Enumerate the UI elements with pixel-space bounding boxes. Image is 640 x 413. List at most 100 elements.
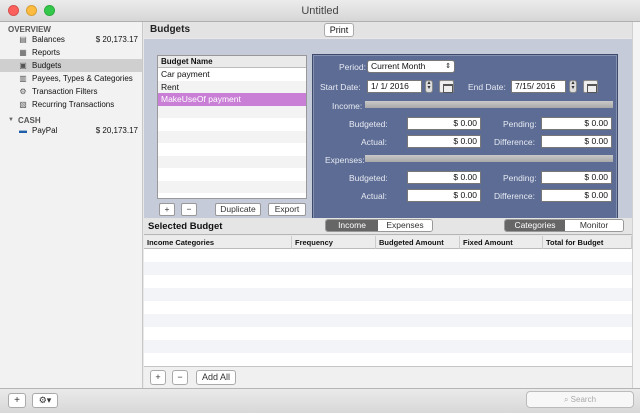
sidebar-item-label: Reports xyxy=(32,48,61,57)
table-row xyxy=(144,262,632,275)
budget-panel: Budget Name Car payment Rent MakeUseOf p… xyxy=(144,39,632,235)
sidebar-item-label: Recurring Transactions xyxy=(32,100,115,109)
title-bar: Untitled xyxy=(0,0,640,22)
start-date-stepper[interactable]: ▴ ▾ xyxy=(425,80,433,93)
budget-list-header[interactable]: Budget Name xyxy=(158,56,306,68)
expenses-progress-bar xyxy=(365,155,613,162)
income-pending-label: Pending: xyxy=(503,119,537,129)
sidebar-item-recurring[interactable]: ▧ Recurring Transactions xyxy=(0,98,142,111)
table-row xyxy=(144,327,632,340)
income-budgeted-field[interactable]: $ 0.00 xyxy=(407,117,481,130)
income-tab[interactable]: Income xyxy=(326,220,378,231)
income-pending-field[interactable]: $ 0.00 xyxy=(541,117,612,130)
window-title: Untitled xyxy=(301,5,339,17)
end-date-stepper[interactable]: ▴ ▾ xyxy=(569,80,577,93)
expenses-difference-label: Difference: xyxy=(494,191,535,201)
budget-categories-table[interactable]: Income Categories Frequency Budgeted Amo… xyxy=(144,236,632,366)
cash-header[interactable]: ▼ CASH xyxy=(0,113,142,125)
sidebar-item-label: Budgets xyxy=(32,61,62,70)
add-account-button[interactable]: + xyxy=(8,393,26,408)
sidebar-item-transaction-filters[interactable]: ⚙ Transaction Filters xyxy=(0,85,142,98)
search-icon: ⌕ xyxy=(563,395,571,404)
end-date-field[interactable]: 7/15/ 2016 xyxy=(511,80,566,93)
search-placeholder: Search xyxy=(570,395,597,404)
income-actual-field[interactable]: $ 0.00 xyxy=(407,135,481,148)
gear-icon: ⚙▾ xyxy=(38,395,52,405)
minimize-window-button[interactable] xyxy=(26,5,37,16)
income-difference-label: Difference: xyxy=(494,137,535,147)
sidebar-item-balances[interactable]: ▤ Balances $ 20,173.17 xyxy=(0,33,142,46)
duplicate-button[interactable]: Duplicate xyxy=(215,203,261,216)
income-expenses-toggle[interactable]: Income Expenses xyxy=(325,219,433,232)
period-value: Current Month xyxy=(371,61,426,71)
expenses-actual-field[interactable]: $ 0.00 xyxy=(407,189,481,202)
filter-icon: ⚙ xyxy=(19,87,27,96)
income-budgeted-label: Budgeted: xyxy=(349,119,388,129)
budget-row[interactable]: Rent xyxy=(158,80,306,93)
column-header[interactable]: Budgeted Amount xyxy=(376,236,460,249)
account-amount: $ 20,173.17 xyxy=(95,126,138,135)
column-header[interactable]: Income Categories xyxy=(144,236,292,249)
start-date-field[interactable]: 1/ 1/ 2016 xyxy=(367,80,422,93)
paypal-icon: ▬ xyxy=(19,126,27,135)
budget-row-selected[interactable]: MakeUseOf payment xyxy=(158,93,306,106)
calendar-icon[interactable] xyxy=(583,80,598,93)
table-row xyxy=(144,275,632,288)
remove-category-button[interactable]: − xyxy=(172,370,188,385)
table-row xyxy=(144,301,632,314)
empty-row xyxy=(158,143,306,156)
column-header[interactable]: Fixed Amount xyxy=(460,236,543,249)
expenses-actual-label: Actual: xyxy=(361,191,387,201)
sidebar-item-label: Payees, Types & Categories xyxy=(32,74,133,83)
zoom-window-button[interactable] xyxy=(44,5,55,16)
column-header[interactable]: Frequency xyxy=(292,236,376,249)
period-select[interactable]: Current Month ⇕ xyxy=(367,60,455,73)
main-content: Budgets Print Budget Name Car payment Re… xyxy=(144,22,640,388)
gear-menu-button[interactable]: ⚙▾ xyxy=(32,393,58,408)
chevron-updown-icon: ⇕ xyxy=(445,63,451,70)
expenses-pending-field[interactable]: $ 0.00 xyxy=(541,171,612,184)
expenses-pending-label: Pending: xyxy=(503,173,537,183)
expenses-budgeted-field[interactable]: $ 0.00 xyxy=(407,171,481,184)
monitor-tab[interactable]: Monitor xyxy=(565,220,623,231)
window-controls xyxy=(8,5,55,16)
sidebar-item-payees[interactable]: ▥ Payees, Types & Categories xyxy=(0,72,142,85)
expenses-budgeted-label: Budgeted: xyxy=(349,173,388,183)
print-button[interactable]: Print xyxy=(324,23,354,37)
add-all-button[interactable]: Add All xyxy=(196,370,236,385)
sidebar-item-label: Balances xyxy=(32,35,65,44)
sidebar-account-paypal[interactable]: ▬ PayPal $ 20,173.17 xyxy=(0,124,142,137)
table-row xyxy=(144,353,632,366)
budget-row[interactable]: Car payment xyxy=(158,68,306,81)
export-button[interactable]: Export xyxy=(268,203,306,216)
income-difference-field[interactable]: $ 0.00 xyxy=(541,135,612,148)
table-row xyxy=(144,288,632,301)
column-header[interactable]: Total for Budget xyxy=(543,236,632,249)
income-progress-bar xyxy=(365,101,613,108)
table-row xyxy=(144,249,632,262)
budgets-icon: ▣ xyxy=(19,61,27,70)
budget-inspector: Period: Current Month ⇕ Start Date: 1/ 1… xyxy=(312,54,618,220)
payees-icon: ▥ xyxy=(19,74,27,83)
overview-header: OVERVIEW xyxy=(0,22,142,34)
empty-row xyxy=(158,105,306,118)
empty-row xyxy=(158,168,306,181)
categories-monitor-toggle[interactable]: Categories Monitor xyxy=(504,219,624,232)
add-budget-button[interactable]: + xyxy=(159,203,175,216)
categories-tab[interactable]: Categories xyxy=(505,220,565,231)
balance-amount: $ 20,173.17 xyxy=(95,35,138,44)
expenses-difference-field[interactable]: $ 0.00 xyxy=(541,189,612,202)
search-field[interactable]: ⌕ Search xyxy=(526,391,634,408)
expenses-tab[interactable]: Expenses xyxy=(378,220,432,231)
close-window-button[interactable] xyxy=(8,5,19,16)
sidebar-item-reports[interactable]: ▦ Reports xyxy=(0,46,142,59)
calendar-icon[interactable] xyxy=(439,80,454,93)
income-actual-label: Actual: xyxy=(361,137,387,147)
add-category-button[interactable]: + xyxy=(150,370,166,385)
right-edge-panel xyxy=(632,22,640,388)
budget-list[interactable]: Budget Name Car payment Rent MakeUseOf p… xyxy=(157,55,307,199)
sidebar: OVERVIEW ▤ Balances $ 20,173.17 ▦ Report… xyxy=(0,22,143,388)
sidebar-item-budgets[interactable]: ▣ Budgets xyxy=(0,59,142,72)
remove-budget-button[interactable]: − xyxy=(181,203,197,216)
expenses-label: Expenses: xyxy=(325,155,365,165)
